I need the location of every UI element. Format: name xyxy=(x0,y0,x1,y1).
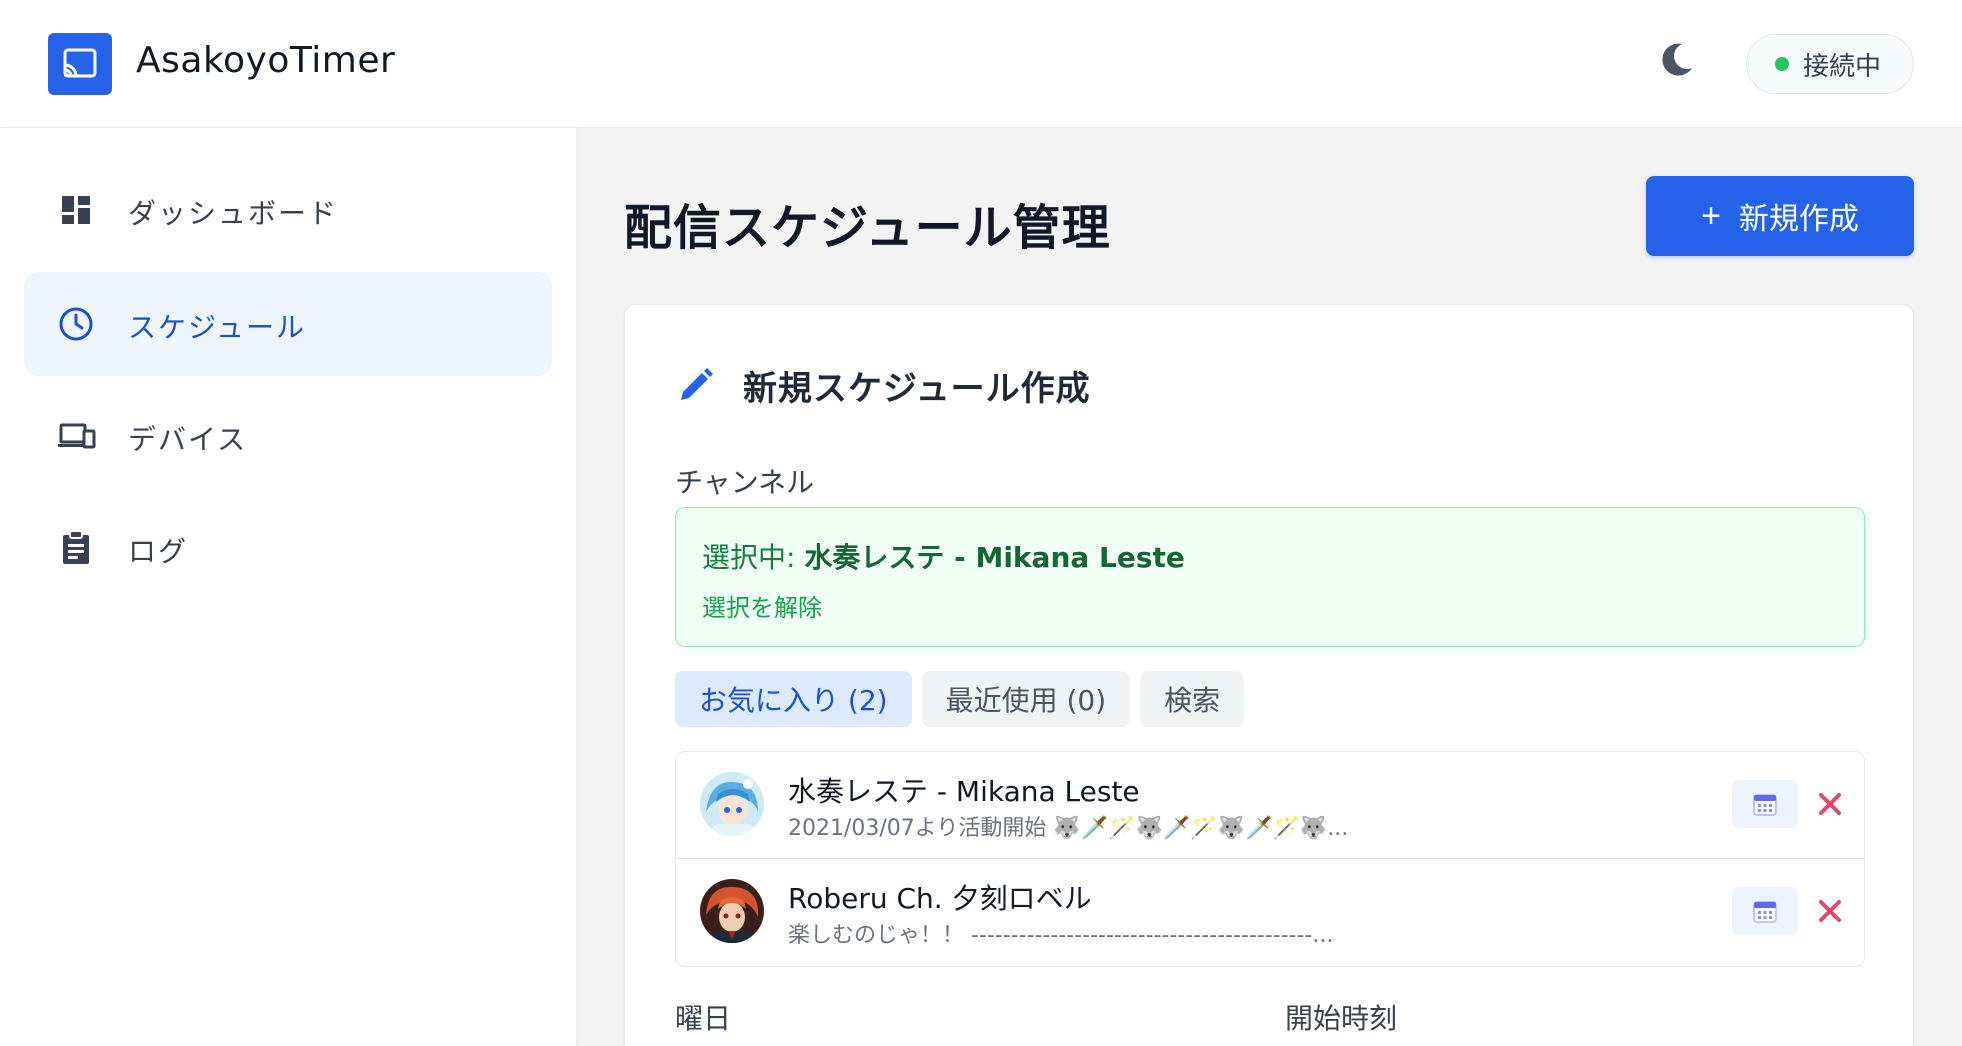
dark-mode-toggle-icon[interactable] xyxy=(1654,38,1698,82)
calendar-button[interactable] xyxy=(1732,887,1798,935)
deselect-link[interactable]: 選択を解除 xyxy=(702,588,822,623)
dashboard-icon xyxy=(62,196,90,224)
new-schedule-button[interactable]: + 新規作成 xyxy=(1646,176,1914,256)
calendar-icon xyxy=(1753,794,1777,816)
connection-status-text: 接続中 xyxy=(1803,51,1882,82)
tab-favorites[interactable]: お気に入り (2) xyxy=(675,671,912,727)
channel-label: チャンネル xyxy=(675,466,815,499)
sidebar-item-dashboard[interactable]: ダッシュボード xyxy=(24,158,552,262)
cast-logo-icon xyxy=(48,33,112,95)
channel-tabs: お気に入り (2) 最近使用 (0) 検索 xyxy=(675,671,1245,727)
tab-recent[interactable]: 最近使用 (0) xyxy=(921,671,1131,727)
channel-list: 水奏レステ - Mikana Leste 2021/03/07より活動開始 🐺🗡… xyxy=(675,751,1865,967)
channel-name: 水奏レステ - Mikana Leste xyxy=(788,775,1140,808)
remove-favorite-button[interactable] xyxy=(1810,889,1850,933)
sidebar-item-schedule[interactable]: スケジュール xyxy=(24,272,552,376)
app-header: AsakoyoTimer 接続中 xyxy=(0,0,1962,128)
close-icon xyxy=(1819,900,1841,922)
weekday-label: 曜日 xyxy=(675,1002,732,1035)
sidebar-item-logs[interactable]: ログ xyxy=(24,496,552,600)
clock-icon xyxy=(59,307,93,341)
selected-channel-box: 選択中: 水奏レステ - Mikana Leste 選択を解除 xyxy=(675,507,1865,647)
plus-icon: + xyxy=(1701,196,1721,235)
status-dot-icon xyxy=(1775,57,1789,71)
close-icon xyxy=(1819,793,1841,815)
sidebar-item-devices[interactable]: デバイス xyxy=(24,384,552,488)
sidebar-item-label: ダッシュボード xyxy=(128,197,339,230)
page-title: 配信スケジュール管理 xyxy=(624,200,1111,256)
selected-channel-name: 水奏レステ - Mikana Leste xyxy=(804,541,1185,574)
sidebar-item-label: デバイス xyxy=(128,423,248,456)
clipboard-icon xyxy=(63,530,89,564)
devices-icon xyxy=(58,423,96,449)
calendar-icon xyxy=(1753,901,1777,923)
sidebar-item-label: ログ xyxy=(128,535,189,568)
calendar-button[interactable] xyxy=(1732,780,1798,828)
new-schedule-form-card: 新規スケジュール作成 チャンネル 選択中: 水奏レステ - Mikana Les… xyxy=(624,304,1914,1046)
sidebar-item-label: スケジュール xyxy=(128,311,307,344)
channel-description: 楽しむのじゃ！！ -------------------------------… xyxy=(788,923,1334,948)
form-header: 新規スケジュール作成 xyxy=(675,361,1091,410)
new-schedule-button-label: 新規作成 xyxy=(1738,203,1859,236)
avatar xyxy=(700,879,764,943)
remove-favorite-button[interactable] xyxy=(1810,782,1850,826)
list-item[interactable]: Roberu Ch. 夕刻ロベル 楽しむのじゃ！！ --------------… xyxy=(676,858,1864,964)
app-title: AsakoyoTimer xyxy=(136,40,396,81)
connection-status-badge: 接続中 xyxy=(1746,34,1914,94)
list-item[interactable]: 水奏レステ - Mikana Leste 2021/03/07より活動開始 🐺🗡… xyxy=(676,752,1864,858)
avatar xyxy=(700,772,764,836)
channel-description: 2021/03/07より活動開始 🐺🗡️🪄🐺🗡️🪄🐺🗡️🪄🐺... xyxy=(788,816,1349,841)
selected-prefix: 選択中: xyxy=(702,541,805,574)
sidebar: ダッシュボード スケジュール デバイス ログ xyxy=(0,128,576,1046)
pencil-icon xyxy=(681,367,713,400)
form-title: 新規スケジュール作成 xyxy=(743,369,1091,409)
start-time-label: 開始時刻 xyxy=(1285,1002,1398,1035)
channel-name: Roberu Ch. 夕刻ロベル xyxy=(788,882,1092,915)
selected-channel-line: 選択中: 水奏レステ - Mikana Leste xyxy=(702,536,1185,576)
tab-search[interactable]: 検索 xyxy=(1140,671,1245,727)
